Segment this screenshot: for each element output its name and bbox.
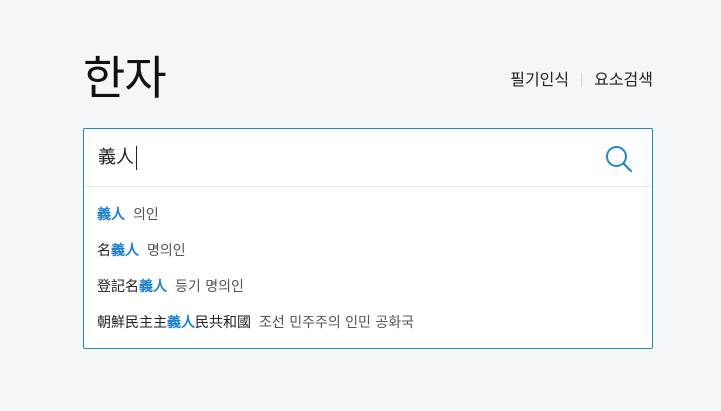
suggestion-list: 義人 의인 名義人 명의인 登記名義人 등기 명의인 朝鮮民主主義人民共和國 조선 민주… — [97, 201, 414, 345]
suggestion-prefix: 登記名 — [97, 279, 139, 295]
link-divider — [581, 73, 583, 87]
page-title: 한자 — [83, 51, 167, 105]
suggestion-prefix: 朝鮮民主主 — [97, 315, 167, 331]
handwriting-recognition-link[interactable]: 필기인식 — [510, 70, 569, 90]
suggestion-match: 義人 — [167, 315, 195, 331]
suggestion-item[interactable]: 名義人 명의인 — [97, 237, 414, 273]
search-input[interactable]: 義人 — [98, 146, 137, 170]
suggestion-item[interactable]: 登記名義人 등기 명의인 — [97, 273, 414, 309]
search-icon — [606, 146, 633, 173]
suggestion-reading: 등기 명의인 — [175, 279, 244, 295]
suggestion-item[interactable]: 朝鮮民主主義人民共和國 조선 민주주의 인민 공화국 — [97, 309, 414, 345]
search-button[interactable] — [604, 144, 634, 174]
suggestion-match: 義人 — [111, 243, 139, 259]
radical-search-link[interactable]: 요소검색 — [594, 70, 653, 90]
top-links: 필기인식 요소검색 — [510, 70, 653, 90]
suggestion-match: 義人 — [97, 207, 125, 223]
search-input-value: 義人 — [98, 147, 134, 168]
suggestion-reading: 의인 — [133, 207, 159, 223]
search-box: 義人 義人 의인 名義人 명의인 登記名義人 등기 명의인 朝鮮民主主義人民共和國 조선… — [83, 128, 653, 349]
suggestion-match: 義人 — [139, 279, 167, 295]
search-input-row: 義人 — [84, 129, 652, 187]
suggestion-reading: 조선 민주주의 인민 공화국 — [259, 315, 415, 331]
text-caret — [136, 146, 137, 170]
suggestion-prefix: 名 — [97, 243, 111, 259]
suggestion-suffix: 民共和國 — [195, 315, 251, 331]
suggestion-reading: 명의인 — [147, 243, 186, 259]
suggestion-item[interactable]: 義人 의인 — [97, 201, 414, 237]
